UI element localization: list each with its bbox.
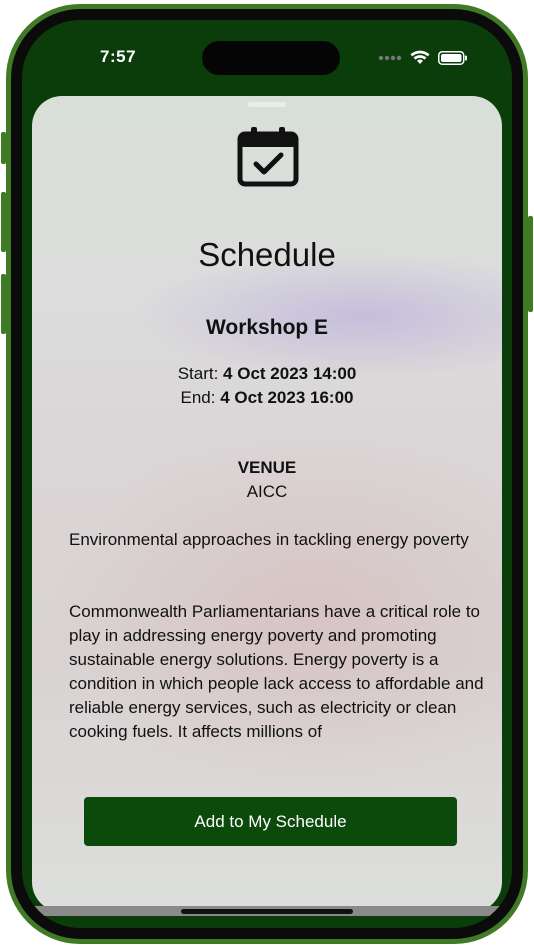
phone-frame: 7:57 Schedule Workshop E Start: 4 Oct 20… (1, 4, 533, 944)
add-to-schedule-button[interactable]: Add to My Schedule (84, 797, 457, 846)
start-value: 4 Oct 2023 14:00 (223, 364, 357, 383)
dynamic-island (202, 41, 340, 75)
side-button-volume-down (1, 274, 6, 334)
venue-value: AICC (246, 482, 288, 501)
sheet-grabber[interactable] (248, 102, 286, 107)
wifi-icon (410, 50, 430, 64)
start-time-line: Start: 4 Oct 2023 14:00 (32, 364, 502, 384)
side-button-power (528, 216, 533, 312)
start-label: Start: (177, 364, 219, 383)
home-indicator[interactable] (181, 909, 353, 914)
event-name: Workshop E (205, 316, 329, 339)
signal-dots-icon (378, 55, 402, 60)
end-value: 4 Oct 2023 16:00 (220, 388, 354, 407)
end-time-line: End: 4 Oct 2023 16:00 (32, 388, 502, 408)
page-title: Schedule (198, 236, 336, 273)
status-time: 7:57 (100, 47, 137, 66)
end-label: End: (180, 388, 216, 407)
screen: 7:57 Schedule Workshop E Start: 4 Oct 20… (22, 20, 512, 928)
calendar-check-icon (237, 127, 299, 187)
schedule-sheet: Schedule Workshop E Start: 4 Oct 2023 14… (32, 96, 502, 912)
event-description[interactable]: Commonwealth Parliamentarians have a cri… (69, 600, 489, 768)
battery-icon (438, 50, 467, 65)
side-button-volume-up (1, 192, 6, 252)
side-button-mute (1, 132, 6, 164)
event-summary: Environmental approaches in tackling ene… (69, 530, 469, 549)
status-icons (378, 50, 468, 65)
phone-bezel: 7:57 Schedule Workshop E Start: 4 Oct 20… (11, 9, 523, 939)
venue-label: VENUE (237, 458, 297, 477)
